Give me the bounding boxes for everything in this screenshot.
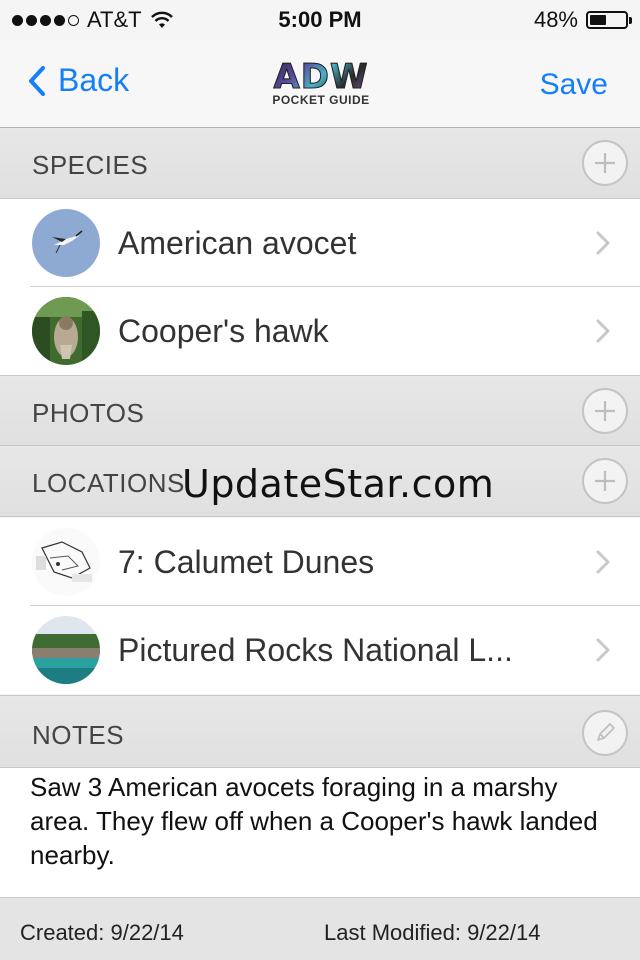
navigation-bar: Back ADW POCKET GUIDE Save bbox=[0, 40, 640, 128]
species-title: SPECIES bbox=[32, 150, 149, 180]
notes-text: Saw 3 American avocets foraging in a mar… bbox=[30, 772, 598, 870]
created-date: Created: 9/22/14 bbox=[20, 920, 184, 945]
app-logo: ADW POCKET GUIDE bbox=[262, 60, 380, 108]
location-row-pictured-rocks[interactable]: Pictured Rocks National L... bbox=[0, 606, 640, 694]
notes-section-header: NOTES bbox=[0, 695, 640, 768]
status-bar: AT&T 5:00 PM 48% bbox=[0, 0, 640, 40]
avocet-photo-thumbnail bbox=[32, 209, 100, 277]
lakeshore-photo-thumbnail bbox=[32, 616, 100, 684]
watermark-text: UpdateStar.com bbox=[182, 462, 495, 506]
save-button[interactable]: Save bbox=[540, 68, 608, 102]
plus-icon bbox=[595, 471, 615, 491]
modified-date: Last Modified: 9/22/14 bbox=[324, 920, 541, 945]
chevron-right-icon bbox=[596, 638, 610, 662]
battery-percent: 48% bbox=[533, 7, 578, 32]
logo-main-text: ADW bbox=[262, 60, 380, 95]
species-name: American avocet bbox=[118, 225, 357, 261]
location-name: Pictured Rocks National L... bbox=[118, 632, 513, 668]
hawk-photo-thumbnail bbox=[32, 297, 100, 365]
battery-level bbox=[590, 15, 607, 25]
edit-notes-button[interactable] bbox=[582, 710, 628, 756]
species-row-coopers-hawk[interactable]: Cooper's hawk bbox=[0, 287, 640, 375]
chevron-right-icon bbox=[596, 319, 610, 343]
plus-icon bbox=[595, 401, 615, 421]
species-section-header: SPECIES bbox=[0, 128, 640, 199]
chevron-left-icon bbox=[29, 65, 45, 96]
add-location-button[interactable] bbox=[582, 458, 628, 504]
status-left: AT&T bbox=[12, 7, 212, 33]
footer: Created: 9/22/14 Last Modified: 9/22/14 bbox=[0, 898, 640, 960]
species-row-american-avocet[interactable]: American avocet bbox=[0, 199, 640, 287]
logo-sub-text: POCKET GUIDE bbox=[272, 93, 370, 107]
location-row-calumet-dunes[interactable]: 7: Calumet Dunes bbox=[0, 518, 640, 606]
pencil-icon bbox=[597, 723, 615, 741]
plus-icon bbox=[595, 153, 615, 173]
signal-strength-icon bbox=[12, 14, 79, 26]
locations-title: LOCATIONS bbox=[32, 468, 185, 498]
status-right: 48% bbox=[428, 7, 632, 33]
wifi-icon bbox=[150, 11, 173, 28]
status-time: 5:00 PM bbox=[278, 7, 362, 32]
chevron-right-icon bbox=[596, 231, 610, 255]
chevron-right-icon bbox=[596, 550, 610, 574]
location-name: 7: Calumet Dunes bbox=[118, 544, 375, 580]
back-label: Back bbox=[58, 62, 130, 98]
carrier-name: AT&T bbox=[87, 7, 142, 32]
photos-section-header: PHOTOS bbox=[0, 375, 640, 446]
add-photo-button[interactable] bbox=[582, 388, 628, 434]
add-species-button[interactable] bbox=[582, 140, 628, 186]
back-button[interactable]: Back bbox=[28, 62, 129, 99]
photos-title: PHOTOS bbox=[32, 398, 145, 428]
notes-title: NOTES bbox=[32, 720, 125, 750]
species-name: Cooper's hawk bbox=[118, 313, 329, 349]
notes-body[interactable]: Saw 3 American avocets foraging in a mar… bbox=[0, 768, 640, 898]
battery-icon bbox=[586, 11, 632, 29]
trail-map-thumbnail bbox=[32, 528, 100, 596]
